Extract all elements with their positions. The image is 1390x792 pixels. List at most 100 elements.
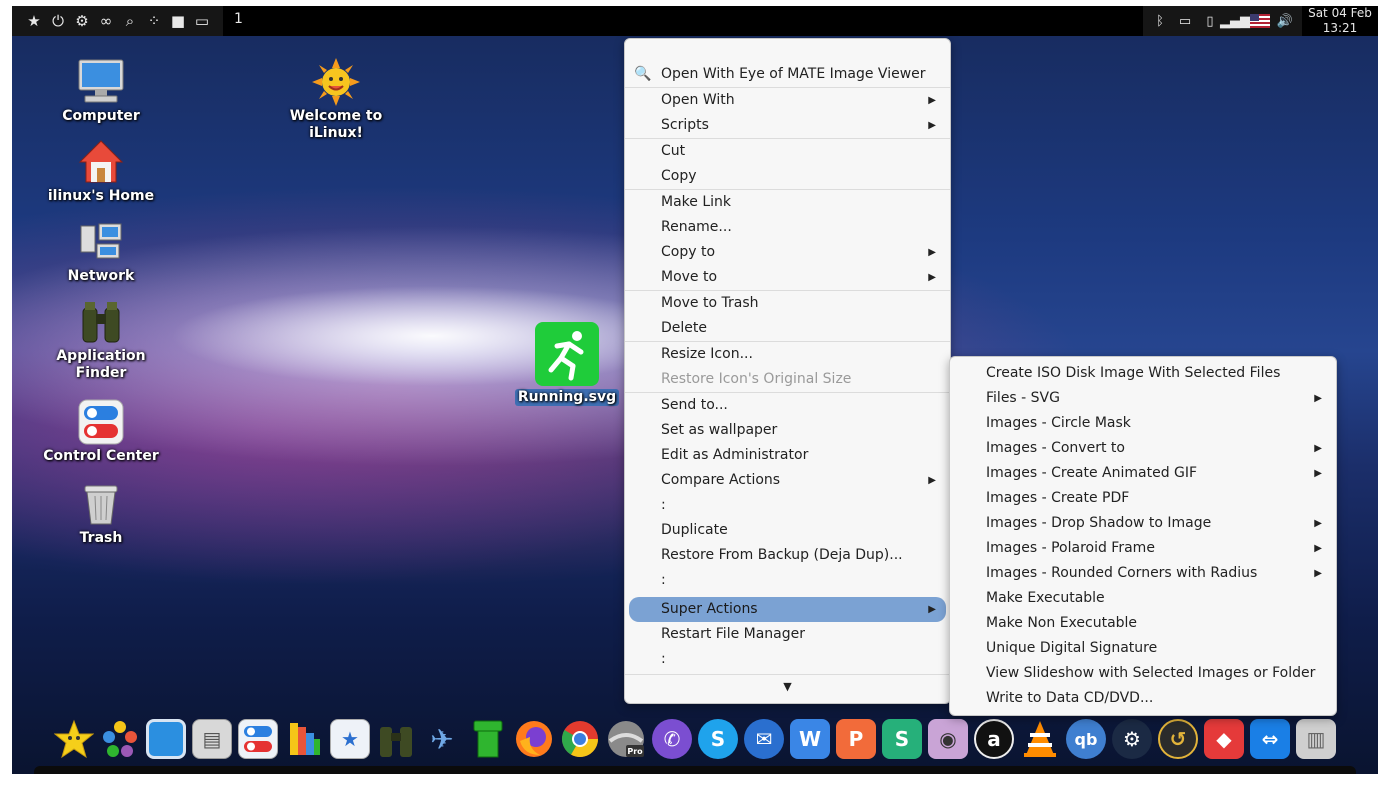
clipboard-icon[interactable]: ▯ <box>1199 10 1221 32</box>
submenu-item[interactable]: Unique Digital Signature <box>950 636 1336 661</box>
computer-icon <box>77 58 125 106</box>
window-icon[interactable]: ▭ <box>190 10 214 32</box>
menu-item-super-actions[interactable]: Super Actions ▶ <box>629 597 946 622</box>
menu-item-rename[interactable]: Rename... <box>625 215 950 240</box>
submenu-item[interactable]: Images - Create Animated GIF ▶ <box>950 461 1336 486</box>
trash-icon[interactable]: ▥ <box>1296 719 1336 759</box>
desktop-icon-computer[interactable]: Computer <box>41 58 161 125</box>
writer-icon[interactable]: W <box>790 719 830 759</box>
menu-item-colon[interactable]: : <box>625 647 950 672</box>
skype-icon[interactable]: S <box>698 719 738 759</box>
submenu-item[interactable]: Images - Rounded Corners with Radius ▶ <box>950 561 1336 586</box>
desktop-icon[interactable] <box>146 719 186 759</box>
submenu-item[interactable]: Write to Data CD/DVD... <box>950 686 1336 711</box>
plane-icon[interactable]: ✈ <box>422 719 462 759</box>
menu-item-restart-fm[interactable]: Restart File Manager <box>625 622 950 647</box>
pipe-icon[interactable] <box>468 719 508 759</box>
menu-item-scripts[interactable]: Scripts ▶ <box>625 113 950 138</box>
submenu-item[interactable]: Images - Polaroid Frame ▶ <box>950 536 1336 561</box>
battery-icon[interactable]: ▭ <box>1174 10 1196 32</box>
menu-item-send-to[interactable]: Send to... <box>625 393 950 418</box>
submenu-arrow-icon: ▶ <box>1314 568 1322 579</box>
submenu-item[interactable]: Images - Drop Shadow to Image ▶ <box>950 511 1336 536</box>
firefox-icon[interactable] <box>514 719 554 759</box>
menu-item-move-to[interactable]: Move to ▶ <box>625 265 950 290</box>
earth-pro-icon[interactable]: Pro <box>606 719 646 759</box>
menu-item-open-eom[interactable]: 🔍 Open With Eye of MATE Image Viewer <box>625 62 950 87</box>
signal-icon[interactable]: ▂▄▆ <box>1220 10 1250 32</box>
submenu-item[interactable]: Create ISO Disk Image With Selected File… <box>950 361 1336 386</box>
dots-icon[interactable] <box>100 719 140 759</box>
cabinet-icon[interactable]: ▤ <box>192 719 232 759</box>
bluetooth-icon[interactable]: ᛒ <box>1149 10 1171 32</box>
submenu-item[interactable]: Images - Convert to ▶ <box>950 436 1336 461</box>
menu-item-delete[interactable]: Delete <box>625 316 950 341</box>
binoculars-icon <box>77 298 125 346</box>
anydesk-icon[interactable]: ◆ <box>1204 719 1244 759</box>
power-icon[interactable]: ⏻ <box>46 10 70 32</box>
menu-item-copy[interactable]: Copy <box>625 164 950 189</box>
menu-item-edit-admin[interactable]: Edit as Administrator <box>625 443 950 468</box>
submenu-arrow-icon: ▶ <box>928 604 936 615</box>
menu-item-colon[interactable]: : <box>625 568 950 593</box>
binoculars-icon[interactable]: ∞ <box>94 10 118 32</box>
submenu-item[interactable]: View Slideshow with Selected Images or F… <box>950 661 1336 686</box>
menu-item-make-link[interactable]: Make Link <box>625 190 950 215</box>
qbittorrent-icon[interactable]: qb <box>1066 719 1106 759</box>
spreadsheet-icon[interactable]: S <box>882 719 922 759</box>
desktop-file-running-svg[interactable]: Running.svg <box>508 322 626 406</box>
menu-item-compare-actions[interactable]: Compare Actions ▶ <box>625 468 950 493</box>
workspace-switcher[interactable]: 1 <box>234 11 243 27</box>
menu-item-colon[interactable]: : <box>625 493 950 518</box>
presentation-icon[interactable]: P <box>836 719 876 759</box>
webcam-icon[interactable]: ◉ <box>928 719 968 759</box>
settings-icon[interactable]: ⚙ <box>70 10 94 32</box>
desktop-icon-label: Welcome to iLinux! <box>289 108 383 141</box>
vlc-icon[interactable] <box>1020 719 1060 759</box>
flag-icon[interactable] <box>1249 10 1271 32</box>
steam-icon[interactable]: ⚙ <box>1112 719 1152 759</box>
palette-icon[interactable] <box>284 719 324 759</box>
favorites-icon[interactable]: ★ <box>22 10 46 32</box>
menu-item-set-wallpaper[interactable]: Set as wallpaper <box>625 418 950 443</box>
menu-item-cut[interactable]: Cut <box>625 139 950 164</box>
amazon-icon[interactable]: a <box>974 719 1014 759</box>
network-icon <box>77 218 125 266</box>
menu-item-restore-icon-size: Restore Icon's Original Size <box>661 371 852 387</box>
submenu-item[interactable]: Files - SVG ▶ <box>950 386 1336 411</box>
submenu-item[interactable]: Images - Create PDF <box>950 486 1336 511</box>
search-icon[interactable]: ⌕ <box>118 10 142 32</box>
menu-item-restore-backup[interactable]: Restore From Backup (Deja Dup)... <box>625 543 950 568</box>
desktop-icon-network[interactable]: Network <box>41 218 161 285</box>
clock[interactable]: Sat 04 Feb 13:21 <box>1302 6 1378 36</box>
desktop-icon-controlcenter[interactable]: Control Center <box>41 398 161 465</box>
submenu-item[interactable]: Images - Circle Mask <box>950 411 1336 436</box>
submenu-item[interactable]: Make Non Executable <box>950 611 1336 636</box>
bag-icon[interactable]: ★ <box>330 719 370 759</box>
mail-icon[interactable]: ✉ <box>744 719 784 759</box>
apps-icon[interactable]: ⁘ <box>142 10 166 32</box>
menu-item-move-to-trash[interactable]: Move to Trash <box>625 291 950 316</box>
toggle-icon[interactable] <box>238 719 278 759</box>
chrome-icon[interactable] <box>560 719 600 759</box>
viber-icon[interactable]: ✆ <box>652 719 692 759</box>
menu-item-duplicate[interactable]: Duplicate <box>625 518 950 543</box>
backup-icon[interactable]: ↺ <box>1158 719 1198 759</box>
submenu-arrow-icon: ▶ <box>1314 468 1322 479</box>
star-icon[interactable] <box>54 719 94 759</box>
menu-item-resize-icon[interactable]: Resize Icon... <box>625 342 950 367</box>
desktop-icon-trash[interactable]: Trash <box>41 480 161 547</box>
teamviewer-icon[interactable]: ⇔ <box>1250 719 1290 759</box>
svg-text:Pro: Pro <box>627 747 643 756</box>
desktop-icon-welcome[interactable]: Welcome to iLinux! <box>276 58 396 142</box>
submenu-item[interactable]: Make Executable <box>950 586 1336 611</box>
volume-icon[interactable]: 🔊 <box>1274 10 1296 32</box>
desktop-icon-home[interactable]: ilinux's Home <box>41 138 161 205</box>
folder-icon[interactable]: ■ <box>166 10 190 32</box>
menu-item-open-with[interactable]: Open With ▶ <box>625 88 950 113</box>
desktop-icon-label: Trash <box>79 530 123 546</box>
menu-item-copy-to[interactable]: Copy to ▶ <box>625 240 950 265</box>
scroll-down-icon[interactable]: ▼ <box>625 675 950 699</box>
desktop-icon-appfinder[interactable]: Application Finder <box>41 298 161 382</box>
binoculars-icon[interactable] <box>376 719 416 759</box>
